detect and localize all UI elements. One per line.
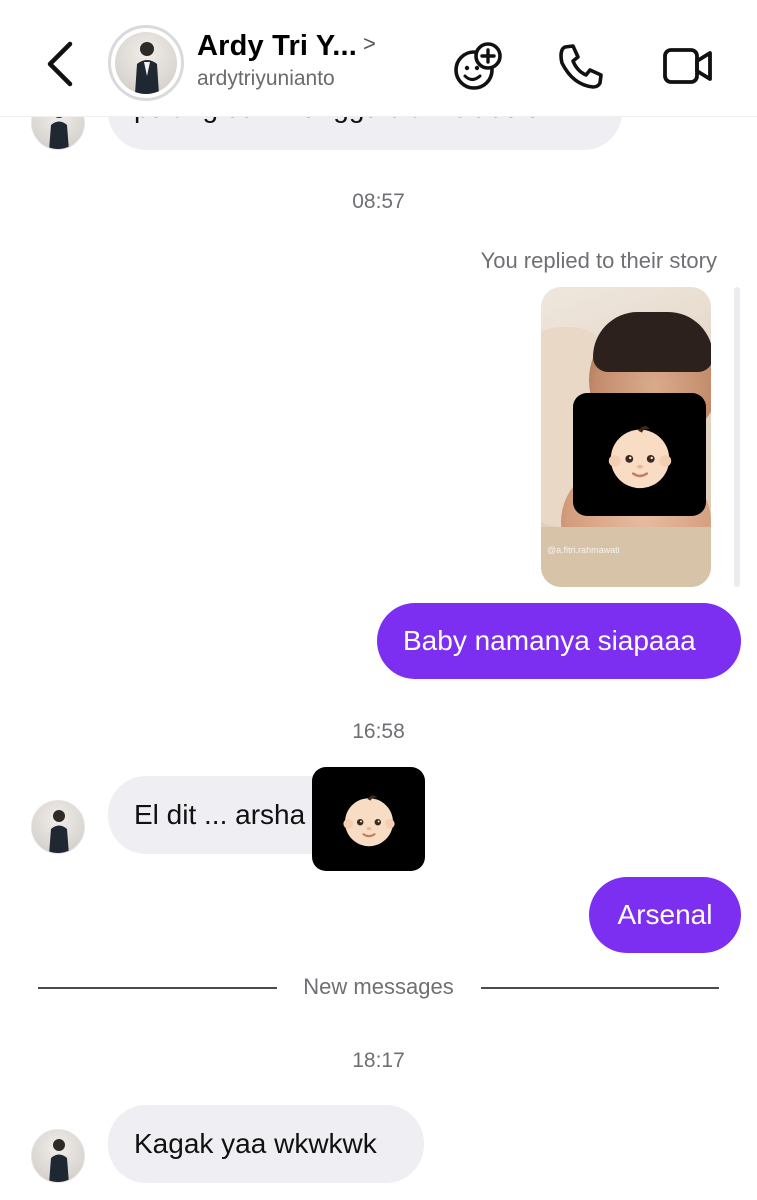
profile-avatar[interactable]: [108, 25, 184, 101]
video-call-icon[interactable]: [660, 38, 716, 94]
message-text: Baby namanya siapaaa: [403, 625, 696, 656]
chevron-right-icon: >: [363, 31, 376, 56]
story-image-hair: [593, 312, 711, 372]
contact-username: ardytriyunianto: [197, 67, 335, 90]
message-text: El dit ... arsha: [134, 799, 306, 830]
story-watermark: @a.fitri.rahmawati: [547, 545, 620, 555]
games-icon[interactable]: [450, 38, 506, 94]
baby-sticker-icon: [573, 393, 706, 516]
timestamp: 16:58: [352, 720, 405, 743]
message-text: Arsenal: [617, 899, 713, 930]
contact-name: Ardy Tri Y...: [197, 30, 358, 62]
scrollbar[interactable]: [734, 287, 740, 587]
message-bubble-incoming[interactable]: Kagak yaa wkwkwk: [108, 1105, 424, 1183]
back-chevron-icon[interactable]: [40, 38, 84, 90]
message-bubble-outgoing[interactable]: Baby namanya siapaaa: [377, 603, 741, 679]
timestamp: 18:17: [352, 1049, 405, 1072]
story-image-cloth: [541, 527, 711, 587]
contact-title-area[interactable]: Ardy Tri Y... > ardytriyunianto: [197, 30, 437, 91]
phone-icon[interactable]: [553, 38, 609, 94]
message-bubble-outgoing[interactable]: Arsenal: [589, 877, 741, 953]
contact-avatar[interactable]: [31, 800, 85, 854]
divider-line-right: [481, 987, 719, 989]
story-reply-label: You replied to their story: [480, 248, 717, 273]
chat-header: Ardy Tri Y... > ardytriyunianto: [0, 0, 757, 117]
timestamp: 08:57: [352, 190, 405, 213]
contact-avatar[interactable]: [31, 1129, 85, 1183]
baby-sticker-icon: [312, 767, 425, 871]
message-text: Kagak yaa wkwkwk: [134, 1128, 377, 1159]
new-messages-divider: New messages: [0, 972, 757, 1004]
